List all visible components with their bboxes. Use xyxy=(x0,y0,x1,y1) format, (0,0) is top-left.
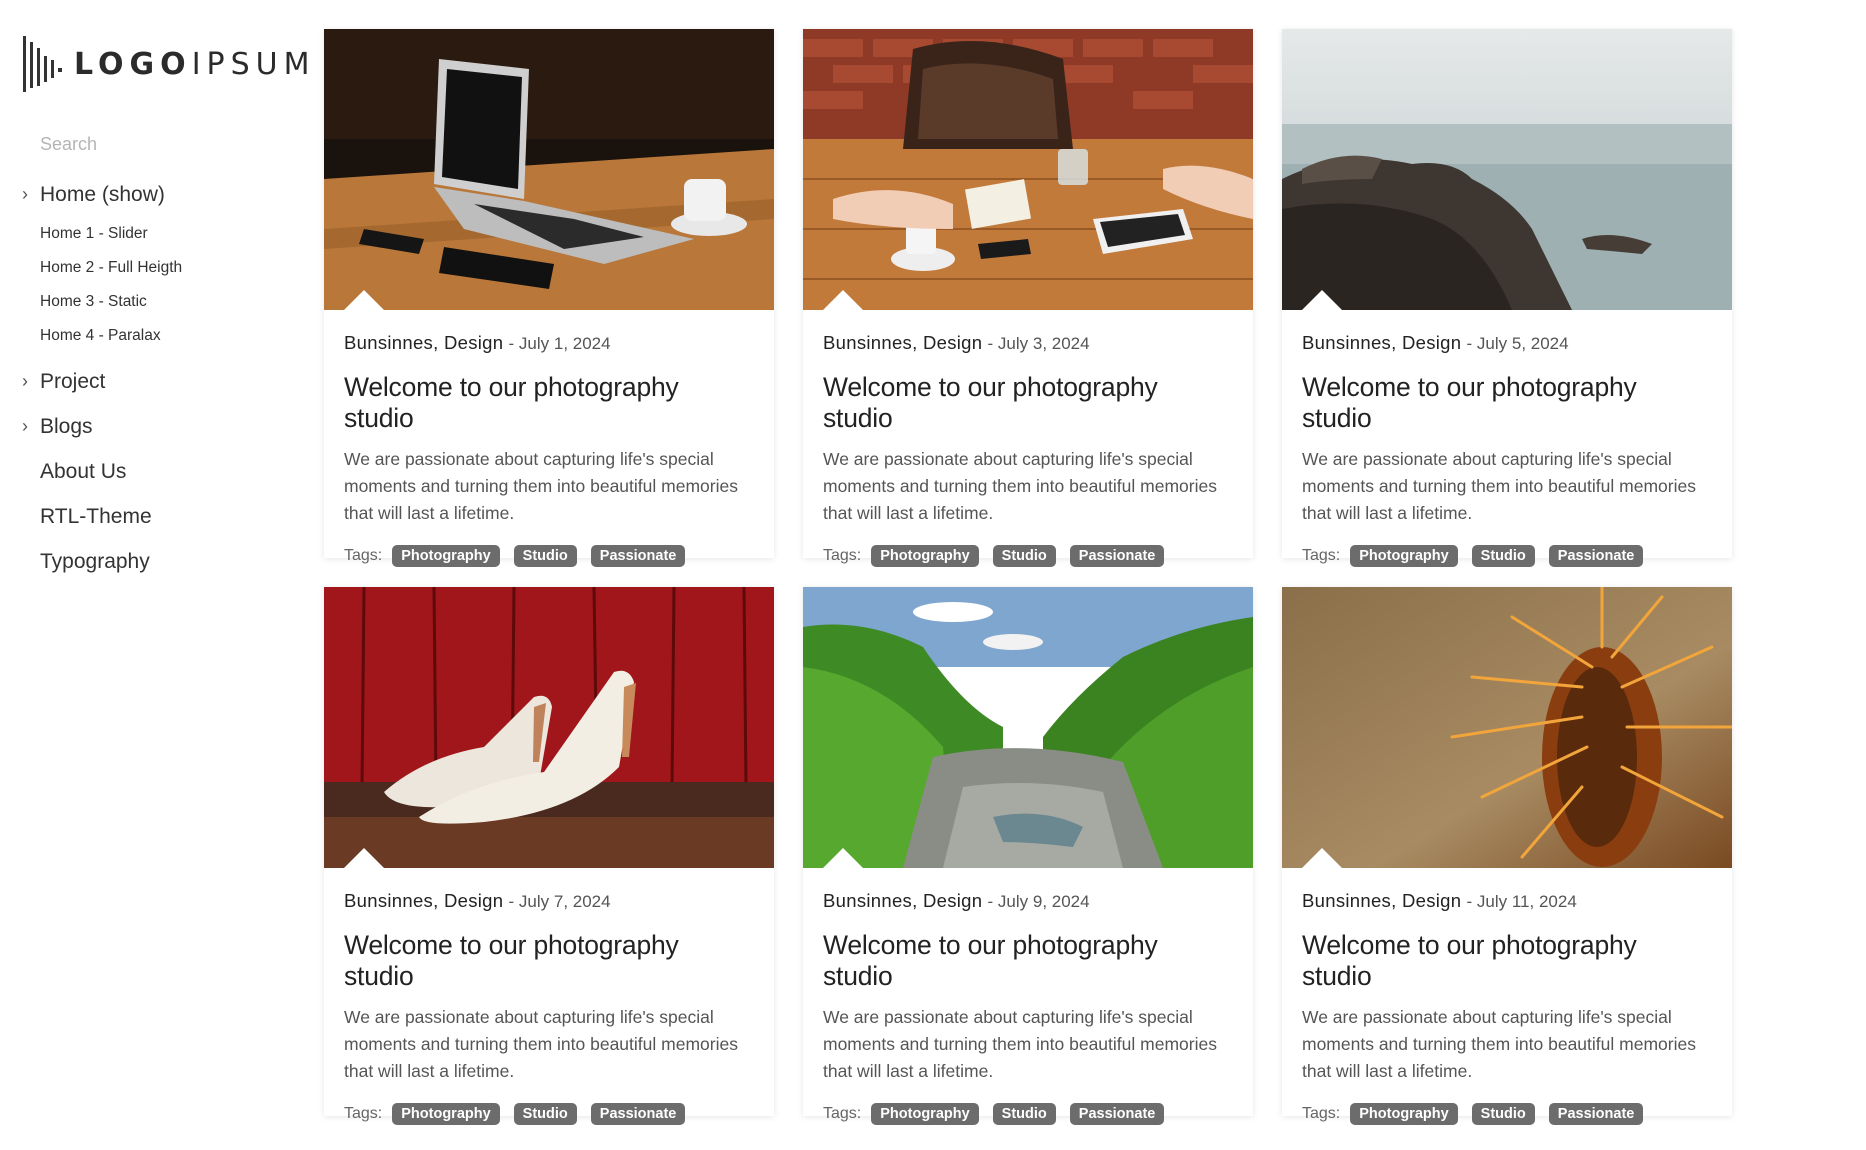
post-date: July 11, 2024 xyxy=(1476,892,1577,911)
post-image-laptop[interactable] xyxy=(324,29,774,310)
post-excerpt: We are passionate about capturing life's… xyxy=(344,1007,738,1081)
submenu-item-home-2[interactable]: Home 2 - Full Heigth xyxy=(40,251,282,285)
post-tags: Tags: Photography Studio Passionate xyxy=(823,545,1233,567)
post-meta: Bunsinnes, Design - July 3, 2024 xyxy=(823,332,1090,353)
post-categories[interactable]: Bunsinnes, Design xyxy=(823,332,982,353)
tag-studio[interactable]: Studio xyxy=(513,545,577,567)
nav-item-typography[interactable]: Typography xyxy=(22,539,282,584)
post-meta: Bunsinnes, Design - July 1, 2024 xyxy=(344,332,611,353)
tag-photography[interactable]: Photography xyxy=(1350,545,1458,567)
blog-card: Bunsinnes, Design - July 5, 2024 Welcome… xyxy=(1282,29,1732,567)
post-categories[interactable]: Bunsinnes, Design xyxy=(1302,332,1461,353)
tags-label: Tags: xyxy=(1302,547,1341,564)
post-categories[interactable]: Bunsinnes, Design xyxy=(1302,890,1461,911)
nav-item-project[interactable]: › Project xyxy=(22,359,282,404)
tag-photography[interactable]: Photography xyxy=(1350,1103,1458,1125)
post-meta: Bunsinnes, Design - July 11, 2024 xyxy=(1302,890,1577,911)
chevron-right-icon: › xyxy=(22,371,28,391)
logo-text: LOGOIPSUM xyxy=(74,46,316,82)
tag-passionate[interactable]: Passionate xyxy=(1069,545,1165,567)
tags-label: Tags: xyxy=(823,1105,862,1122)
post-tags: Tags: Photography Studio Passionate xyxy=(344,545,754,567)
post-meta: Bunsinnes, Design - July 9, 2024 xyxy=(823,890,1090,911)
tags-label: Tags: xyxy=(344,547,383,564)
post-meta: Bunsinnes, Design - July 7, 2024 xyxy=(344,890,611,911)
nav-item-rtl-theme[interactable]: RTL-Theme xyxy=(22,494,282,539)
tag-photography[interactable]: Photography xyxy=(392,545,500,567)
post-categories[interactable]: Bunsinnes, Design xyxy=(344,332,503,353)
post-meta: Bunsinnes, Design - July 5, 2024 xyxy=(1302,332,1569,353)
nav-item-label: Blogs xyxy=(40,414,93,438)
post-title[interactable]: Welcome to our photography studio xyxy=(823,930,1233,992)
post-excerpt: We are passionate about capturing life's… xyxy=(1302,1007,1696,1081)
tag-studio[interactable]: Studio xyxy=(992,1103,1056,1125)
blog-card: Bunsinnes, Design - July 7, 2024 Welcome… xyxy=(324,587,774,1125)
tag-passionate[interactable]: Passionate xyxy=(590,545,686,567)
nav-item-label: Home (show) xyxy=(40,182,165,206)
tag-studio[interactable]: Studio xyxy=(1471,545,1535,567)
tag-passionate[interactable]: Passionate xyxy=(1069,1103,1165,1125)
post-tags: Tags: Photography Studio Passionate xyxy=(1302,545,1712,567)
blog-card: Bunsinnes, Design - July 3, 2024 Welcome… xyxy=(803,29,1253,567)
tag-studio[interactable]: Studio xyxy=(992,545,1056,567)
tags-label: Tags: xyxy=(1302,1105,1341,1122)
chevron-right-icon: › xyxy=(22,184,28,204)
nav-item-label: Typography xyxy=(40,549,150,573)
chevron-right-icon: › xyxy=(22,416,28,436)
blog-card: Bunsinnes, Design - July 9, 2024 Welcome… xyxy=(803,587,1253,1125)
post-categories[interactable]: Bunsinnes, Design xyxy=(823,890,982,911)
tags-label: Tags: xyxy=(344,1105,383,1122)
post-title[interactable]: Welcome to our photography studio xyxy=(1302,372,1712,434)
main-nav: › Home (show) Home 1 - Slider Home 2 - F… xyxy=(22,172,282,584)
submenu-item-home-4[interactable]: Home 4 - Paralax xyxy=(40,319,282,353)
nav-item-home[interactable]: › Home (show) xyxy=(22,172,282,217)
post-image-heels[interactable] xyxy=(324,587,774,868)
tags-label: Tags: xyxy=(823,547,862,564)
post-title[interactable]: Welcome to our photography studio xyxy=(344,930,754,992)
submenu-item-home-3[interactable]: Home 3 - Static xyxy=(40,285,282,319)
nav-item-label: RTL-Theme xyxy=(40,504,152,528)
submenu-item-home-1[interactable]: Home 1 - Slider xyxy=(40,217,282,251)
post-image-coast[interactable] xyxy=(1282,29,1732,310)
blog-card: Bunsinnes, Design - July 1, 2024 Welcome… xyxy=(324,29,774,567)
logo[interactable]: LOGOIPSUM xyxy=(22,34,316,94)
post-date: July 3, 2024 xyxy=(997,334,1090,353)
tag-passionate[interactable]: Passionate xyxy=(590,1103,686,1125)
tag-passionate[interactable]: Passionate xyxy=(1548,1103,1644,1125)
tag-photography[interactable]: Photography xyxy=(871,545,979,567)
post-date: July 1, 2024 xyxy=(518,334,611,353)
tag-studio[interactable]: Studio xyxy=(513,1103,577,1125)
tag-photography[interactable]: Photography xyxy=(871,1103,979,1125)
post-date: July 7, 2024 xyxy=(518,892,611,911)
post-date: July 5, 2024 xyxy=(1476,334,1569,353)
post-date: July 9, 2024 xyxy=(997,892,1090,911)
blog-card: Bunsinnes, Design - July 11, 2024 Welcom… xyxy=(1282,587,1732,1125)
blog-grid: Bunsinnes, Design - July 1, 2024 Welcome… xyxy=(324,29,1732,1125)
nav-item-label: Project xyxy=(40,369,106,393)
post-tags: Tags: Photography Studio Passionate xyxy=(823,1103,1233,1125)
nav-item-label: About Us xyxy=(40,459,127,483)
post-categories[interactable]: Bunsinnes, Design xyxy=(344,890,503,911)
nav-item-blogs[interactable]: › Blogs xyxy=(22,404,282,449)
post-excerpt: We are passionate about capturing life's… xyxy=(344,449,738,523)
sidebar: LOGOIPSUM › Home (show) Home 1 - Slider … xyxy=(0,0,310,1150)
post-excerpt: We are passionate about capturing life's… xyxy=(823,449,1217,523)
tag-photography[interactable]: Photography xyxy=(392,1103,500,1125)
logo-bars-icon xyxy=(23,36,62,92)
post-title[interactable]: Welcome to our photography studio xyxy=(1302,930,1712,992)
post-tags: Tags: Photography Studio Passionate xyxy=(1302,1103,1712,1125)
post-tags: Tags: Photography Studio Passionate xyxy=(344,1103,754,1125)
tag-studio[interactable]: Studio xyxy=(1471,1103,1535,1125)
post-title[interactable]: Welcome to our photography studio xyxy=(823,372,1233,434)
search-input[interactable] xyxy=(40,134,260,155)
post-image-forest[interactable] xyxy=(803,587,1253,868)
post-excerpt: We are passionate about capturing life's… xyxy=(1302,449,1696,523)
home-submenu: Home 1 - Slider Home 2 - Full Heigth Hom… xyxy=(22,217,282,353)
tag-passionate[interactable]: Passionate xyxy=(1548,545,1644,567)
post-image-meeting[interactable] xyxy=(803,29,1253,310)
nav-item-about[interactable]: About Us xyxy=(22,449,282,494)
post-excerpt: We are passionate about capturing life's… xyxy=(823,1007,1217,1081)
post-image-cactus[interactable] xyxy=(1282,587,1732,868)
post-title[interactable]: Welcome to our photography studio xyxy=(344,372,754,434)
